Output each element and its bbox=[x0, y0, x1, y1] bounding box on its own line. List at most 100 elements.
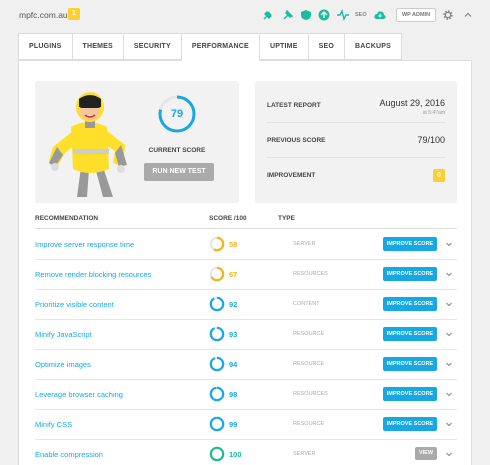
score-value: 92 bbox=[229, 300, 238, 309]
score-ring bbox=[209, 356, 225, 372]
recommendation-header: RECOMMENDATION bbox=[35, 215, 99, 222]
type-label: RESOURCE bbox=[293, 421, 325, 427]
tab-uptime[interactable]: UPTIME bbox=[258, 33, 308, 60]
view-button[interactable]: VIEW bbox=[415, 447, 437, 460]
chevron-down-icon[interactable] bbox=[445, 240, 453, 248]
notification-badge[interactable]: 1 bbox=[68, 8, 80, 20]
type-header: TYPE bbox=[278, 215, 295, 222]
tab-backups[interactable]: BACKUPS bbox=[343, 33, 402, 60]
type-label: SERVER bbox=[293, 241, 316, 247]
table-row: Minify CSS 99 RESOURCE IMPROVE SCORE bbox=[35, 410, 457, 440]
chevron-up-icon[interactable] bbox=[463, 10, 473, 20]
score-ring bbox=[209, 266, 225, 282]
plugin-icon[interactable] bbox=[262, 9, 274, 21]
score-value: 94 bbox=[229, 360, 238, 369]
table-row: Optimize images 94 RESOURCE IMPROVE SCORE bbox=[35, 350, 457, 380]
improve-score-button[interactable]: IMPROVE SCORE bbox=[383, 387, 437, 401]
pulse-icon[interactable] bbox=[337, 9, 349, 21]
score-header: SCORE /100 bbox=[209, 215, 247, 222]
tab-plugins[interactable]: PLUGINS bbox=[18, 33, 72, 60]
tab-security[interactable]: SECURITY bbox=[122, 33, 181, 60]
tab-seo[interactable]: SEO bbox=[307, 33, 344, 60]
performance-panel: 79 CURRENT SCORE RUN NEW TEST LATEST REP… bbox=[18, 60, 472, 465]
score-value: 58 bbox=[229, 240, 238, 249]
score-ring bbox=[209, 446, 225, 462]
chevron-down-icon[interactable] bbox=[445, 330, 453, 338]
chevron-down-icon[interactable] bbox=[445, 450, 453, 458]
recommendation-link[interactable]: Minify CSS bbox=[35, 420, 72, 429]
score-ring bbox=[209, 236, 225, 252]
type-label: RESOURCES bbox=[293, 391, 328, 397]
type-label: RESOURCES bbox=[293, 271, 328, 277]
shield-icon[interactable] bbox=[300, 9, 312, 21]
table-row: Prioritize visible content 92 CONTENT IMPRO… bbox=[35, 290, 457, 320]
improve-score-button[interactable]: IMPROVE SCORE bbox=[383, 237, 437, 251]
table-row: Enable compression 100 SERVER VIEW bbox=[35, 440, 457, 465]
recommendation-link[interactable]: Remove render blocking resources bbox=[35, 270, 151, 279]
score-card: 79 CURRENT SCORE RUN NEW TEST bbox=[35, 81, 239, 203]
improve-score-button[interactable]: IMPROVE SCORE bbox=[383, 357, 437, 371]
top-bar: mpfc.com.au 1 SEO WP ADMIN bbox=[0, 0, 490, 30]
wp-admin-button[interactable]: WP ADMIN bbox=[396, 8, 436, 22]
mascot-illustration bbox=[49, 92, 127, 197]
recommendation-link[interactable]: Enable compression bbox=[35, 450, 103, 459]
cloud-up-icon[interactable] bbox=[318, 9, 330, 21]
chevron-down-icon[interactable] bbox=[445, 390, 453, 398]
ring-progress bbox=[209, 386, 225, 402]
type-label: RESOURCE bbox=[293, 361, 325, 367]
recommendation-link[interactable]: Optimize images bbox=[35, 360, 91, 369]
table-header: RECOMMENDATION SCORE /100 TYPE bbox=[35, 211, 457, 229]
ring-progress bbox=[209, 326, 225, 342]
latest-report-time: at 5:47am bbox=[422, 110, 445, 116]
tab-bar: PLUGINS THEMES SECURITY PERFORMANCE UPTIME SE… bbox=[18, 33, 402, 61]
latest-report-date: August 29, 2016 bbox=[379, 98, 445, 108]
ring-progress bbox=[209, 416, 225, 432]
score-ring bbox=[209, 386, 225, 402]
tab-performance[interactable]: PERFORMANCE bbox=[180, 33, 259, 61]
latest-report-row: LATEST REPORT August 29, 2016 at 5:47am bbox=[267, 81, 445, 123]
tab-themes[interactable]: THEMES bbox=[71, 33, 123, 60]
current-score-label: CURRENT SCORE bbox=[148, 147, 206, 154]
pin-icon[interactable] bbox=[282, 9, 294, 21]
gear-icon[interactable] bbox=[442, 9, 454, 21]
recommendation-link[interactable]: Improve server response time bbox=[35, 240, 134, 249]
improve-score-button[interactable]: IMPROVE SCORE bbox=[383, 327, 437, 341]
seo-link[interactable]: SEO bbox=[355, 12, 367, 18]
chevron-down-icon[interactable] bbox=[445, 270, 453, 278]
table-row: Improve server response time 58 SERVER IMPR… bbox=[35, 230, 457, 260]
score-value: 100 bbox=[229, 450, 242, 459]
improvement-row: IMPROVEMENT 0 bbox=[267, 158, 445, 193]
table-row: Remove render blocking resources 67 RESOUR… bbox=[35, 260, 457, 290]
table-row: Leverage browser caching 98 RESOURCES IMPRO… bbox=[35, 380, 457, 410]
score-ring bbox=[209, 416, 225, 432]
previous-score-value: 79/100 bbox=[417, 135, 445, 145]
site-name[interactable]: mpfc.com.au bbox=[19, 10, 68, 20]
score-ring bbox=[209, 326, 225, 342]
chevron-down-icon[interactable] bbox=[445, 300, 453, 308]
previous-score-row: PREVIOUS SCORE 79/100 bbox=[267, 123, 445, 158]
improvement-badge: 0 bbox=[433, 169, 445, 182]
improve-score-button[interactable]: IMPROVE SCORE bbox=[383, 417, 437, 431]
improvement-label: IMPROVEMENT bbox=[267, 172, 316, 179]
recommendation-link[interactable]: Minify JavaScript bbox=[35, 330, 92, 339]
score-value: 67 bbox=[229, 270, 238, 279]
cloud-icon[interactable] bbox=[374, 9, 386, 21]
run-new-test-button[interactable]: RUN NEW TEST bbox=[144, 163, 214, 181]
ring-progress bbox=[209, 296, 225, 312]
chevron-down-icon[interactable] bbox=[445, 360, 453, 368]
recommendation-link[interactable]: Leverage browser caching bbox=[35, 390, 123, 399]
current-score-value: 79 bbox=[170, 108, 184, 120]
report-card: LATEST REPORT August 29, 2016 at 5:47am … bbox=[255, 81, 457, 203]
ring-progress bbox=[209, 446, 225, 462]
previous-score-label: PREVIOUS SCORE bbox=[267, 137, 326, 144]
recommendation-link[interactable]: Prioritize visible content bbox=[35, 300, 114, 309]
score-value: 98 bbox=[229, 390, 238, 399]
current-score-ring: 79 bbox=[157, 94, 197, 134]
chevron-down-icon[interactable] bbox=[445, 420, 453, 428]
score-value: 93 bbox=[229, 330, 238, 339]
type-label: SERVER bbox=[293, 451, 316, 457]
improve-score-button[interactable]: IMPROVE SCORE bbox=[383, 297, 437, 311]
improve-score-button[interactable]: IMPROVE SCORE bbox=[383, 267, 437, 281]
latest-report-label: LATEST REPORT bbox=[267, 102, 321, 109]
ring-progress bbox=[209, 356, 225, 372]
